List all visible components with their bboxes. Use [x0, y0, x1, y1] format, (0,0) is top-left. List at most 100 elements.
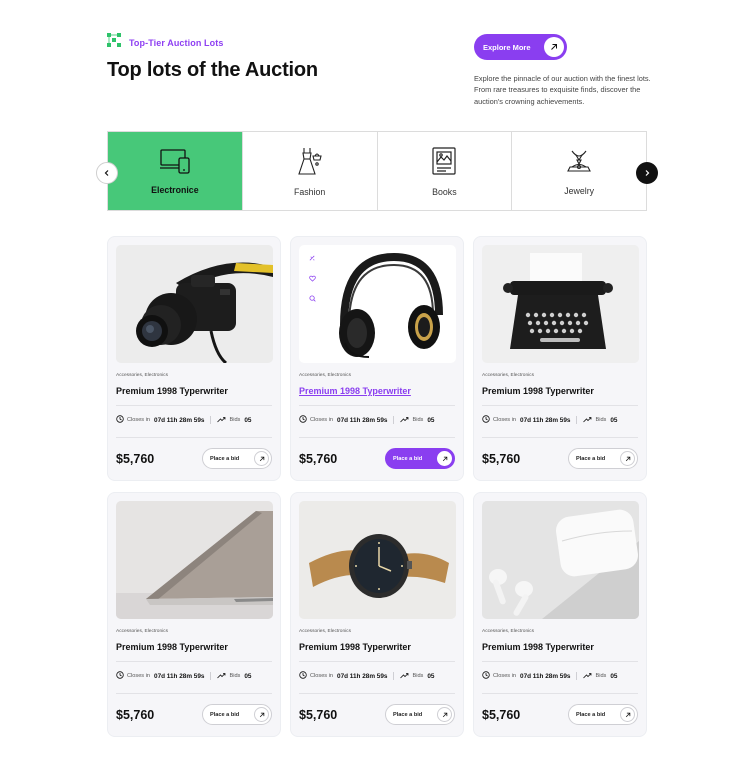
- product-meta: Accessories, Electronics: [482, 373, 534, 378]
- chevron-left-icon: [103, 164, 111, 182]
- clock-icon: [116, 415, 124, 425]
- divider: [482, 661, 638, 662]
- category-label: Fashion: [293, 186, 326, 197]
- category-tab-jewelry[interactable]: Jewelry: [512, 132, 646, 210]
- product-image-headphones[interactable]: [299, 245, 456, 363]
- clock-icon: [482, 671, 490, 681]
- product-name[interactable]: Premium 1998 Typerwriter: [116, 386, 228, 396]
- clock-icon: [299, 415, 307, 425]
- product-info-row: Closes in 07d 11h 28m 59s Bids 05: [482, 671, 617, 681]
- product-card[interactable]: Accessories, Electronics Premium 1998 Ty…: [473, 492, 647, 737]
- product-name[interactable]: Premium 1998 Typerwriter: [299, 642, 411, 652]
- product-image-typewriter[interactable]: [482, 245, 639, 363]
- arrow-up-right-icon: [254, 707, 269, 722]
- product-card[interactable]: Accessories, Electronics Premium 1998 Ty…: [107, 492, 281, 737]
- product-image-earbuds[interactable]: [482, 501, 639, 619]
- product-image-camera[interactable]: [116, 245, 273, 363]
- bids-value: 05: [427, 672, 435, 680]
- dress-icon: [295, 146, 325, 181]
- product-grid: Accessories, Electronics Premium 1998 Ty…: [107, 236, 647, 737]
- product-price: $5,760: [482, 708, 521, 722]
- quick-actions: [305, 251, 320, 306]
- product-price: $5,760: [299, 452, 338, 466]
- product-card[interactable]: Accessories, Electronics Premium 1998 Ty…: [290, 492, 464, 737]
- place-bid-button[interactable]: Place a bid: [202, 704, 272, 725]
- product-image-laptop[interactable]: [116, 501, 273, 619]
- arrow-up-right-icon: [437, 451, 452, 466]
- closes-value: 07d 11h 28m 59s: [154, 416, 205, 424]
- divider: [299, 437, 455, 438]
- search-icon[interactable]: [305, 291, 320, 306]
- clock-icon: [482, 415, 490, 425]
- product-meta: Accessories, Electronics: [299, 373, 351, 378]
- category-tab-books[interactable]: Books: [378, 132, 513, 210]
- product-price: $5,760: [116, 452, 155, 466]
- clock-icon: [299, 671, 307, 681]
- carousel-prev-button[interactable]: [96, 162, 118, 184]
- product-meta: Accessories, Electronics: [299, 629, 351, 634]
- product-info-row: Closes in 07d 11h 28m 59s Bids 05: [299, 415, 434, 425]
- trend-up-icon: [583, 672, 592, 681]
- product-info-row: Closes in 07d 11h 28m 59s Bids 05: [116, 671, 251, 681]
- divider: [116, 693, 272, 694]
- divider: [210, 416, 212, 424]
- chevron-right-icon: [643, 164, 651, 182]
- product-card[interactable]: Accessories, Electronics Premium 1998 Ty…: [290, 236, 464, 481]
- bids-label: Bids: [229, 673, 241, 679]
- closes-label: Closes in: [127, 417, 151, 423]
- picture-book-icon: [430, 146, 458, 181]
- category-tab-fashion[interactable]: Fashion: [243, 132, 378, 210]
- place-bid-button[interactable]: Place a bid: [385, 448, 455, 469]
- product-name[interactable]: Premium 1998 Typerwriter: [299, 386, 411, 396]
- place-bid-label: Place a bid: [393, 455, 423, 462]
- divider: [576, 416, 578, 424]
- place-bid-button[interactable]: Place a bid: [202, 448, 272, 469]
- category-label: Electronice: [151, 184, 199, 195]
- bids-label: Bids: [595, 417, 607, 423]
- product-price: $5,760: [116, 708, 155, 722]
- product-info-row: Closes in 07d 11h 28m 59s Bids 05: [116, 415, 251, 425]
- divider: [299, 693, 455, 694]
- divider: [482, 693, 638, 694]
- bids-label: Bids: [229, 417, 241, 423]
- closes-value: 07d 11h 28m 59s: [520, 416, 571, 424]
- place-bid-label: Place a bid: [393, 711, 423, 718]
- category-tab-electronics[interactable]: Electronice: [108, 132, 243, 210]
- bids-value: 05: [244, 416, 252, 424]
- place-bid-label: Place a bid: [576, 455, 606, 462]
- place-bid-button[interactable]: Place a bid: [385, 704, 455, 725]
- divider: [576, 672, 578, 680]
- jewelry-icon: [564, 147, 594, 180]
- closes-label: Closes in: [493, 417, 517, 423]
- product-card[interactable]: Accessories, Electronics Premium 1998 Ty…: [473, 236, 647, 481]
- category-label: Jewelry: [564, 185, 595, 196]
- product-price: $5,760: [482, 452, 521, 466]
- arrow-up-right-icon: [437, 707, 452, 722]
- trend-up-icon: [217, 416, 226, 425]
- product-name[interactable]: Premium 1998 Typerwriter: [482, 386, 594, 396]
- page-title: Top lots of the Auction: [107, 59, 318, 81]
- compare-icon[interactable]: [305, 251, 320, 266]
- bids-label: Bids: [412, 417, 424, 423]
- category-tabs: Electronice Fashion Books Jewelry: [107, 131, 647, 211]
- divider: [482, 437, 638, 438]
- place-bid-label: Place a bid: [576, 711, 606, 718]
- carousel-next-button[interactable]: [636, 162, 658, 184]
- product-name[interactable]: Premium 1998 Typerwriter: [116, 642, 228, 652]
- heart-icon[interactable]: [305, 271, 320, 286]
- product-name[interactable]: Premium 1998 Typerwriter: [482, 642, 594, 652]
- clock-icon: [116, 671, 124, 681]
- product-image-watch[interactable]: [299, 501, 456, 619]
- category-label: Books: [432, 186, 457, 197]
- product-meta: Accessories, Electronics: [482, 629, 534, 634]
- section-eyebrow: Top-Tier Auction Lots: [107, 33, 223, 52]
- place-bid-button[interactable]: Place a bid: [568, 448, 638, 469]
- product-meta: Accessories, Electronics: [116, 629, 168, 634]
- product-card[interactable]: Accessories, Electronics Premium 1998 Ty…: [107, 236, 281, 481]
- explore-more-button[interactable]: Explore More: [474, 34, 567, 60]
- closes-label: Closes in: [493, 673, 517, 679]
- place-bid-button[interactable]: Place a bid: [568, 704, 638, 725]
- bids-value: 05: [610, 672, 618, 680]
- trend-up-icon: [217, 672, 226, 681]
- arrow-up-right-icon: [620, 707, 635, 722]
